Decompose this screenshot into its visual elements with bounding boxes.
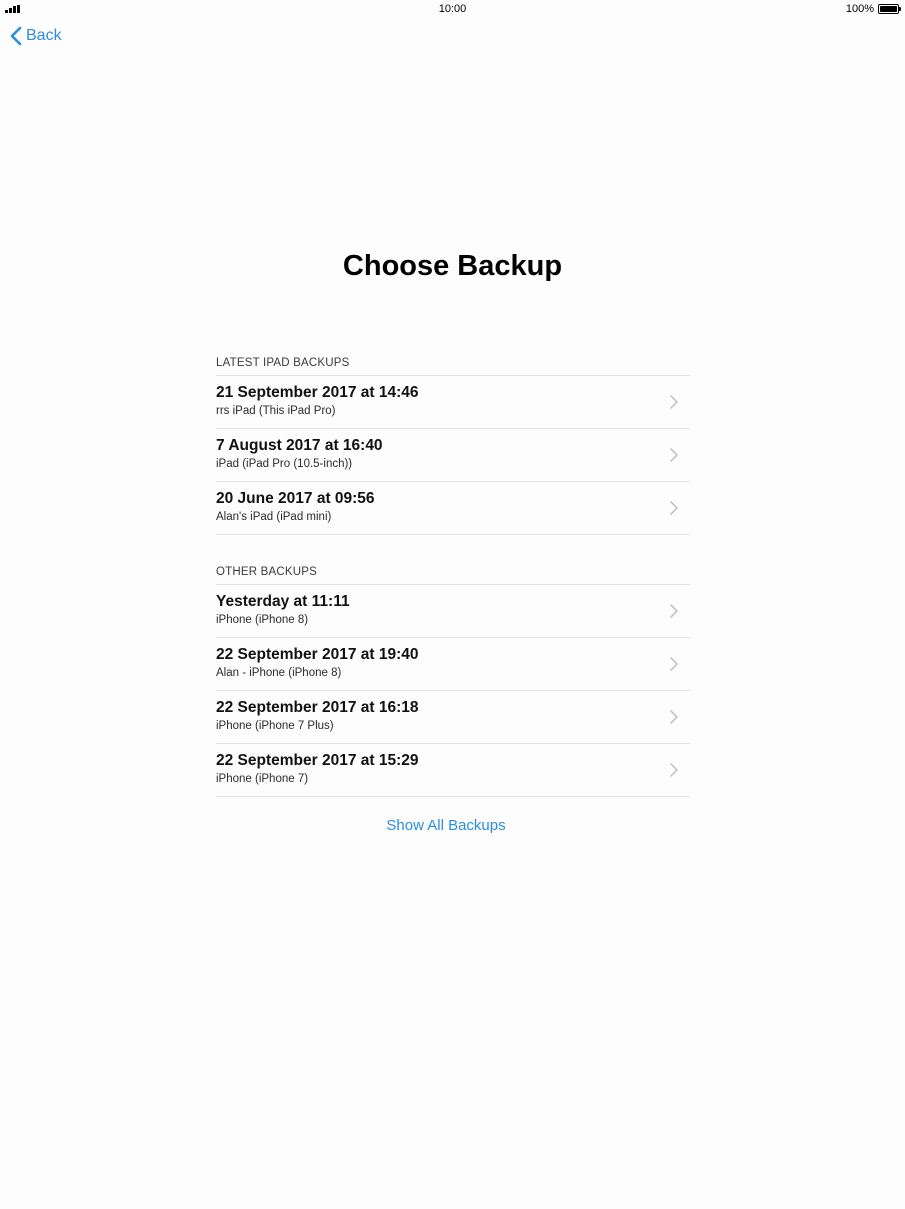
backup-device: Alan's iPad (iPad mini) <box>216 511 332 523</box>
backup-device: iPhone (iPhone 7 Plus) <box>216 720 334 732</box>
chevron-left-icon <box>10 26 22 46</box>
backup-row[interactable]: 22 September 2017 at 15:29 iPhone (iPhon… <box>216 744 690 797</box>
battery-icon <box>878 4 901 14</box>
section-header: LATEST IPAD BACKUPS <box>216 357 690 376</box>
backup-device: iPhone (iPhone 8) <box>216 614 309 626</box>
chevron-right-icon <box>670 501 678 515</box>
backup-date: 22 September 2017 at 19:40 <box>216 646 419 663</box>
backup-device: Alan - iPhone (iPhone 8) <box>216 667 342 679</box>
backup-date: 22 September 2017 at 16:18 <box>216 699 419 716</box>
section-header: OTHER BACKUPS <box>216 566 690 585</box>
latest-ipad-backups-list: LATEST IPAD BACKUPS 21 September 2017 at… <box>216 357 690 535</box>
backup-row[interactable]: 7 August 2017 at 16:40 iPad (iPad Pro (1… <box>216 429 690 482</box>
other-backups-list: OTHER BACKUPS Yesterday at 11:11 iPhone … <box>216 566 690 797</box>
backup-date: 21 September 2017 at 14:46 <box>216 384 419 401</box>
backup-date: 7 August 2017 at 16:40 <box>216 437 383 454</box>
backup-row[interactable]: 21 September 2017 at 14:46 rrs iPad (Thi… <box>216 376 690 429</box>
status-bar: 10:00 100% <box>0 0 905 18</box>
backup-row[interactable]: 22 September 2017 at 19:40 Alan - iPhone… <box>216 638 690 691</box>
backup-row[interactable]: 22 September 2017 at 16:18 iPhone (iPhon… <box>216 691 690 744</box>
backup-device: iPad (iPad Pro (10.5-inch)) <box>216 458 353 470</box>
backup-date: Yesterday at 11:11 <box>216 593 350 610</box>
backup-row[interactable]: Yesterday at 11:11 iPhone (iPhone 8) <box>216 585 690 638</box>
backup-date: 22 September 2017 at 15:29 <box>216 752 419 769</box>
backup-device: iPhone (iPhone 7) <box>216 773 309 785</box>
show-all-backups-button[interactable]: Show All Backups <box>0 817 892 834</box>
battery-percentage: 100% <box>845 3 874 15</box>
chevron-right-icon <box>670 657 678 671</box>
backup-device: rrs iPad (This iPad Pro) <box>216 405 336 417</box>
choose-backup-screen: 10:00 100% Back Choose Backup LATEST IPA… <box>0 0 905 1209</box>
chevron-right-icon <box>670 448 678 462</box>
backup-row[interactable]: 20 June 2017 at 09:56 Alan's iPad (iPad … <box>216 482 690 535</box>
back-label: Back <box>26 27 62 44</box>
status-time: 10:00 <box>438 3 467 15</box>
back-button[interactable]: Back <box>10 26 62 46</box>
backup-date: 20 June 2017 at 09:56 <box>216 490 375 507</box>
chevron-right-icon <box>670 763 678 777</box>
status-right: 100% <box>845 3 901 15</box>
page-title: Choose Backup <box>342 250 563 282</box>
chevron-right-icon <box>670 395 678 409</box>
chevron-right-icon <box>670 604 678 618</box>
chevron-right-icon <box>670 710 678 724</box>
